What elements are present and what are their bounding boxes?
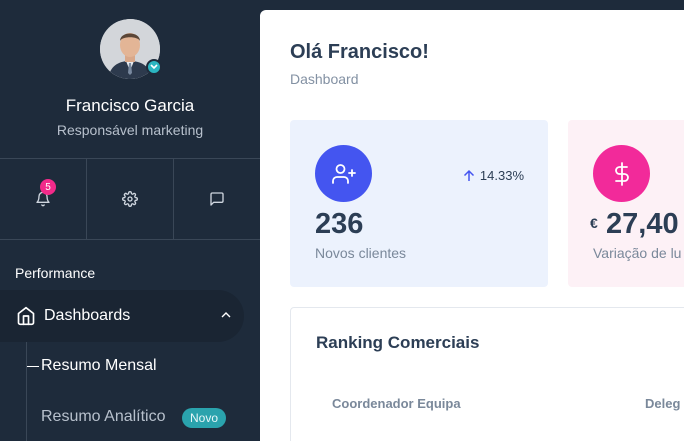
- messages-button[interactable]: [173, 159, 260, 239]
- nav-item-dashboards[interactable]: Dashboards: [0, 290, 244, 342]
- panel-title: Ranking Comerciais: [316, 333, 480, 352]
- stat-label: Novos clientes: [315, 245, 407, 261]
- stat-value: 27,40: [606, 208, 679, 240]
- user-plus-icon: [315, 145, 372, 202]
- home-icon: [17, 306, 35, 326]
- notification-count-badge: 5: [40, 179, 56, 195]
- currency-symbol: €: [590, 215, 598, 231]
- stat-value: 236: [315, 208, 364, 240]
- sidebar: Francisco Garcia Responsável marketing 5…: [0, 0, 260, 441]
- new-badge: Novo: [182, 408, 227, 428]
- submenu-item-resumo-analitico[interactable]: Resumo Analítico: [41, 408, 166, 426]
- nav-section-title: Performance: [15, 265, 96, 281]
- stat-card-revenue-variation[interactable]: € 27,40 Variação de lu: [568, 120, 684, 287]
- user-role: Responsável marketing: [56, 122, 204, 138]
- trend-value: 14.33%: [479, 168, 524, 183]
- ranking-panel: Ranking Comerciais Coordenador Equipa De…: [290, 307, 684, 441]
- dollar-icon: [593, 145, 650, 202]
- page-title: Olá Francisco!: [290, 41, 429, 63]
- quick-actions: 5: [0, 158, 260, 240]
- submenu-item-resumo-mensal[interactable]: Resumo Mensal: [41, 357, 157, 375]
- nav-item-label: Dashboards: [44, 307, 131, 324]
- active-submenu-marker: [27, 366, 39, 367]
- notifications-button[interactable]: 5: [0, 159, 86, 239]
- settings-button[interactable]: [86, 159, 173, 239]
- main-content: Olá Francisco! Dashboard 14.33% 236 Novo…: [260, 10, 684, 441]
- user-avatar[interactable]: [100, 19, 162, 79]
- stat-card-new-clients[interactable]: 14.33% 236 Novos clientes: [290, 120, 548, 287]
- trend-indicator: 14.33%: [462, 168, 524, 183]
- chat-icon: [210, 192, 224, 206]
- stat-label: Variação de lu: [593, 245, 682, 261]
- breadcrumb[interactable]: Dashboard: [290, 71, 359, 87]
- chevron-up-icon[interactable]: [220, 309, 232, 321]
- column-header-delegation[interactable]: Deleg: [645, 396, 680, 411]
- status-dropdown-icon[interactable]: [146, 59, 162, 75]
- arrow-up-icon: [463, 169, 474, 181]
- submenu-tree-line: [26, 342, 27, 441]
- user-name: Francisco Garcia: [65, 96, 195, 115]
- column-header-coordinator[interactable]: Coordenador Equipa: [332, 396, 461, 411]
- gear-icon: [122, 191, 138, 207]
